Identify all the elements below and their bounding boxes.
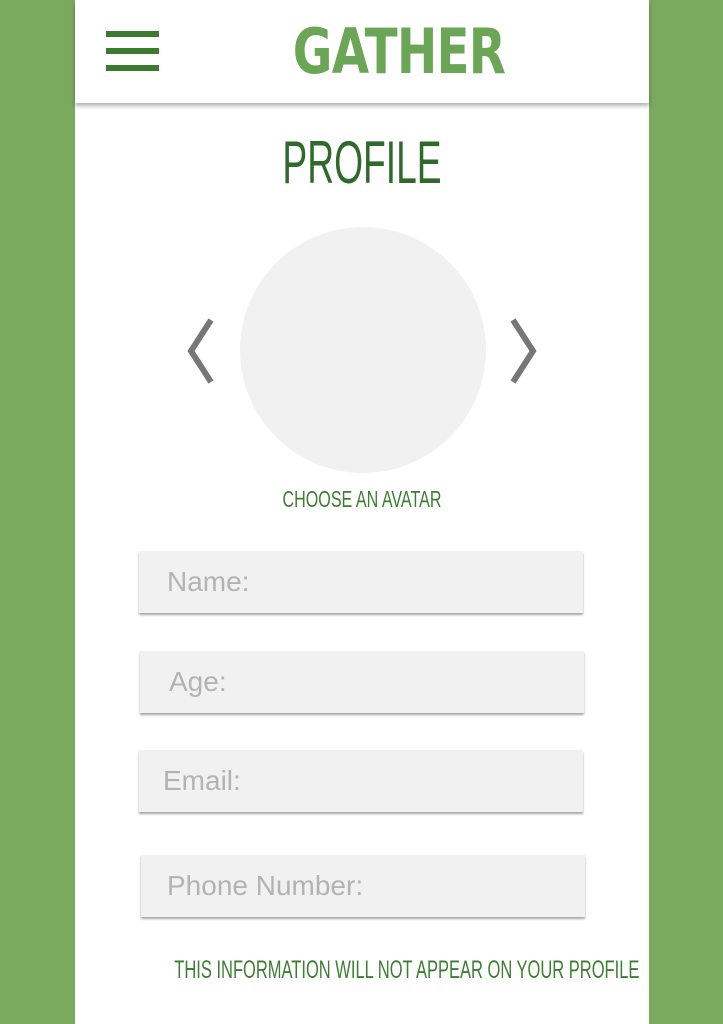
app-logo: GATHER: [292, 15, 506, 88]
age-input[interactable]: [140, 651, 584, 713]
menu-bar: [106, 65, 159, 71]
email-field[interactable]: [139, 750, 583, 812]
privacy-notice: THIS INFORMATION WILL NOT APPEAR ON YOUR…: [174, 956, 640, 984]
avatar-caption: CHOOSE AN AVATAR: [282, 486, 442, 512]
email-input[interactable]: [139, 750, 583, 812]
page-title: PROFILE: [282, 129, 442, 196]
phone-input[interactable]: [141, 855, 585, 917]
profile-screen: GATHER PROFILE CHOOSE AN AVATAR THIS INF…: [75, 0, 649, 1024]
phone-field[interactable]: [141, 855, 585, 917]
menu-bar: [106, 48, 159, 54]
chevron-left-icon[interactable]: [185, 318, 219, 384]
name-input[interactable]: [139, 551, 583, 613]
name-field[interactable]: [139, 551, 583, 613]
age-field[interactable]: [140, 651, 584, 713]
menu-bar: [106, 31, 159, 37]
avatar-preview[interactable]: [240, 227, 486, 473]
app-header: GATHER: [75, 0, 649, 103]
chevron-right-icon[interactable]: [505, 318, 539, 384]
hamburger-menu-icon[interactable]: [106, 31, 159, 73]
